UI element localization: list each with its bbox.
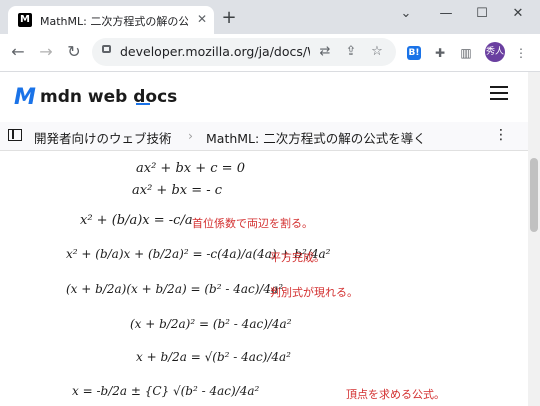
equation-line: x + b/2a = √(b² - 4ac)/4a² bbox=[136, 350, 291, 364]
page-scrollbar[interactable] bbox=[528, 72, 540, 406]
annotation-note: 判別式が現れる。 bbox=[270, 286, 358, 299]
side-panel-icon[interactable]: ▥ bbox=[457, 44, 475, 62]
close-window-button[interactable]: ✕ bbox=[504, 2, 532, 26]
share-icon[interactable]: ⇪ bbox=[342, 43, 360, 61]
tab-search-icon[interactable]: ⌄ bbox=[392, 2, 420, 26]
mdn-header: M mdn web docs bbox=[0, 72, 528, 123]
annotation-note: 首位係数で両辺を割る。 bbox=[192, 217, 313, 230]
breadcrumb-bar: 開発者向けのウェブ技術 › MathML: 二次方程式の解の公式を導く ⋮ bbox=[0, 122, 528, 151]
extensions-puzzle-icon[interactable]: ✚ bbox=[431, 44, 449, 62]
breadcrumb-separator-icon: › bbox=[188, 128, 193, 143]
forward-arrow-icon[interactable]: → bbox=[34, 40, 58, 64]
equation-line: x = -b/2a ± {C} √(b² - 4ac)/4a² bbox=[72, 384, 260, 398]
mdn-favicon-icon: M bbox=[18, 13, 32, 27]
back-arrow-icon[interactable]: ← bbox=[6, 40, 30, 64]
breadcrumb-item-web-tech[interactable]: 開発者向けのウェブ技術 bbox=[34, 128, 172, 147]
minimize-button[interactable]: — bbox=[432, 2, 460, 26]
tab-close-icon[interactable]: ✕ bbox=[194, 11, 210, 27]
more-options-icon[interactable]: ⋮ bbox=[494, 127, 508, 143]
sidebar-toggle-icon[interactable] bbox=[8, 129, 22, 141]
address-bar[interactable]: developer.mozilla.org/ja/docs/We... ⇄ ⇪ … bbox=[92, 38, 396, 66]
tab-strip: M MathML: 二次方程式の解の公式を ✕ + ⌄ — ☐ ✕ bbox=[0, 0, 540, 34]
translate-icon[interactable]: ⇄ bbox=[316, 43, 334, 61]
bookmark-star-icon[interactable]: ☆ bbox=[368, 43, 386, 61]
browser-menu-icon[interactable]: ⋮ bbox=[512, 44, 530, 62]
logo-underscore bbox=[136, 103, 150, 105]
new-tab-button[interactable]: + bbox=[220, 9, 238, 28]
tab-title: MathML: 二次方程式の解の公式を bbox=[40, 15, 188, 28]
math-content: ax² + bx + c = 0 ax² + bx = - c x² + (b/… bbox=[0, 151, 528, 406]
equation-line: (x + b/2a)² = (b² - 4ac)/4a² bbox=[130, 317, 292, 331]
profile-avatar[interactable]: 秀人 bbox=[485, 42, 505, 62]
mdn-logo-icon[interactable]: M bbox=[14, 85, 36, 110]
reload-icon[interactable]: ↻ bbox=[62, 40, 86, 64]
equation-line: ax² + bx + c = 0 bbox=[136, 161, 245, 176]
url-text: developer.mozilla.org/ja/docs/We... bbox=[120, 44, 310, 59]
maximize-button[interactable]: ☐ bbox=[468, 2, 496, 26]
lock-icon bbox=[102, 45, 111, 53]
annotation-note: 平方完成。 bbox=[270, 251, 325, 264]
equation-line: ax² + bx = - c bbox=[132, 183, 223, 198]
equation-line: x² + (b/a)x = -c/a bbox=[80, 213, 193, 228]
active-tab[interactable]: M MathML: 二次方程式の解の公式を ✕ bbox=[8, 6, 214, 34]
mdn-logo-text[interactable]: mdn web docs bbox=[40, 87, 177, 107]
breadcrumb-item-current[interactable]: MathML: 二次方程式の解の公式を導く bbox=[206, 128, 426, 147]
annotation-note: 頂点を求める公式。 bbox=[346, 388, 445, 401]
hamburger-menu-icon[interactable] bbox=[490, 86, 508, 100]
equation-line: (x + b/2a)(x + b/2a) = (b² - 4ac)/4a² bbox=[66, 282, 284, 296]
scrollbar-thumb[interactable] bbox=[530, 158, 538, 232]
hatena-bookmark-icon[interactable]: B! bbox=[407, 46, 421, 60]
